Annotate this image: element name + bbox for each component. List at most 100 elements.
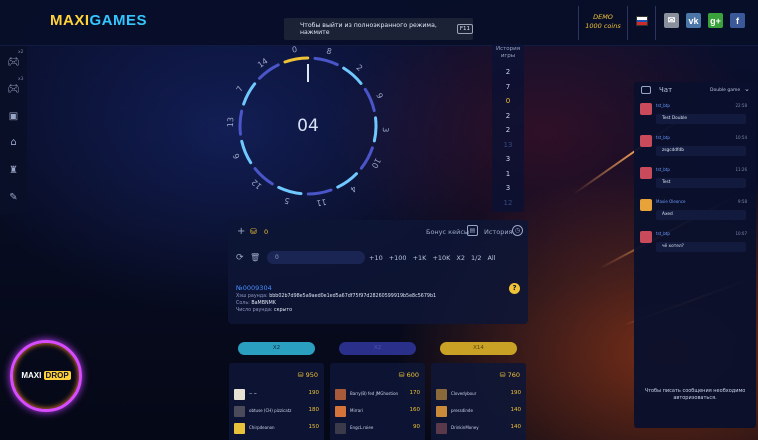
wheel-number: 11 — [316, 197, 328, 208]
divider — [578, 6, 579, 40]
history-link[interactable]: История — [484, 228, 512, 236]
bonus-cases-link[interactable]: Бонус кейсы — [426, 228, 469, 236]
site-logo[interactable]: MAXIGAMES — [50, 12, 147, 29]
chat-username[interactable]: tst_btp — [656, 231, 670, 236]
history-item: 1 — [505, 169, 511, 178]
bag-icon[interactable]: ⌂ — [7, 136, 20, 149]
quick-bet-button[interactable]: +10 — [369, 254, 383, 262]
facebook-icon[interactable]: f — [730, 13, 745, 28]
chat-username[interactable]: Maxie Oleonce — [656, 199, 685, 204]
wheel-number: 0 — [291, 45, 298, 55]
history-item: 13 — [503, 140, 513, 149]
sidebar-badge: x3 — [18, 77, 24, 82]
bonus-case-icon[interactable]: ▤ — [467, 225, 478, 236]
wheel-number: 7 — [235, 85, 245, 94]
demo-balance[interactable]: DEMO 1000 coins — [585, 13, 621, 31]
wheel-number: 4 — [349, 184, 358, 194]
chat-message-text: Test — [656, 178, 746, 188]
avatar — [640, 167, 652, 179]
avatar — [640, 231, 652, 243]
round-result: Число раунда: скрыто — [236, 308, 293, 313]
chat-timestamp: 10:07 — [735, 231, 747, 236]
chat-username[interactable]: tst_btp — [656, 103, 670, 108]
chat-timestamp: 11:26 — [735, 167, 747, 172]
bet-amount-input[interactable]: 0 — [267, 251, 365, 264]
quick-bet-button[interactable]: +100 — [389, 254, 407, 262]
game-history: История игры 2 7 0 2 2 13 3 1 3 12 — [492, 44, 524, 212]
google-plus-icon[interactable]: g+ — [708, 13, 723, 28]
history-list: 2 7 0 2 2 13 3 1 3 12 — [492, 65, 524, 210]
russian-flag-icon[interactable] — [636, 16, 648, 26]
gamepad-icon[interactable]: 🎮︎ — [7, 83, 20, 96]
chat-timestamp: 10:54 — [735, 135, 747, 140]
wheel-number: 9 — [374, 92, 384, 100]
history-item: 2 — [505, 68, 511, 76]
maxi-drop-badge[interactable]: MAXI DROP — [10, 340, 82, 412]
quick-bet-button[interactable]: X2 — [456, 254, 465, 262]
avatar — [640, 135, 652, 147]
quick-bet-button[interactable]: 1/2 — [471, 254, 481, 262]
chat-message-text: чё хотел? — [656, 242, 746, 252]
chat-message-text: Test Double — [656, 114, 746, 124]
history-item: 12 — [503, 198, 513, 207]
add-funds-icon[interactable]: + — [237, 226, 245, 237]
divider — [627, 6, 628, 40]
vk-icon[interactable]: vk — [686, 13, 701, 28]
quick-bet-buttons: +10 +100 +1K +10K X2 1/2 All — [369, 254, 496, 262]
wheel-number: 14 — [256, 56, 270, 69]
mail-icon[interactable]: ✉ — [664, 13, 679, 28]
refresh-icon[interactable]: ⟳ — [236, 253, 244, 263]
chat-room-select[interactable]: Double game — [710, 88, 740, 93]
divider — [655, 6, 656, 40]
round-salt: Соль: BaMBNMK — [236, 301, 276, 306]
quick-bet-button[interactable]: +1K — [413, 254, 427, 262]
bet-color-button[interactable]: X2 — [238, 342, 315, 355]
history-item: 3 — [505, 155, 511, 163]
history-item: 3 — [505, 184, 511, 192]
f11-key: F11 — [456, 24, 473, 34]
wheel-number: 2 — [354, 63, 364, 73]
wheel-segment — [277, 185, 303, 196]
wheel-number: 8 — [325, 46, 332, 56]
money-bag-icon: ⛁ — [250, 227, 257, 236]
chat-panel: Чат Double game ⌄ tst_btp 22:58 Test Doubl… — [634, 82, 756, 428]
wheel-number: 5 — [283, 196, 290, 206]
chat-message-text: zsgcddfdb — [656, 146, 746, 156]
wrench-icon[interactable]: ✎ — [7, 191, 20, 204]
help-icon[interactable]: ? — [509, 283, 520, 294]
fullscreen-tip: Чтобы выйти из полноэкранного режима, на… — [284, 18, 473, 40]
wheel-segment — [363, 87, 376, 113]
trash-icon[interactable]: 🗑︎ — [250, 253, 260, 262]
round-number: №0009304 — [236, 284, 272, 292]
trophy-icon[interactable]: ♜ — [7, 164, 20, 177]
wheel-segment — [242, 82, 257, 106]
chat-login-note: Чтобы писать сообщения необходимо автори… — [644, 388, 746, 401]
quick-bet-button[interactable]: All — [487, 254, 495, 262]
history-title: История игры — [495, 46, 521, 59]
wheel-number: 10 — [370, 156, 383, 169]
chat-username[interactable]: tst_btp — [656, 135, 670, 140]
gamepad-icon[interactable]: 🎮︎ — [7, 56, 20, 69]
bet-color-button[interactable]: X14 — [440, 342, 517, 355]
maxi-drop-logo: MAXI DROP — [21, 371, 71, 380]
history-item: 2 — [505, 126, 511, 134]
avatar — [640, 103, 652, 115]
chat-bubble-icon — [641, 86, 651, 94]
wheel-segment — [306, 188, 333, 196]
cases-icon[interactable]: ▣ — [7, 110, 20, 123]
history-item: 2 — [505, 111, 511, 120]
wheel-segment — [240, 139, 253, 165]
wheel-segment — [313, 56, 339, 67]
history-item: 0 — [505, 97, 511, 105]
quick-bet-button[interactable]: +10K — [432, 254, 450, 262]
chevron-down-icon[interactable]: ⌄ — [744, 85, 750, 93]
history-item: 7 — [505, 82, 511, 91]
chat-username[interactable]: tst_btp — [656, 167, 670, 172]
chat-message-text: Axed — [656, 210, 746, 220]
wheel-number: 12 — [250, 177, 264, 190]
avatar — [640, 199, 652, 211]
history-icon[interactable]: ◷ — [512, 225, 523, 236]
bet-color-button[interactable]: X2 — [339, 342, 416, 355]
left-sidebar: x2 🎮︎ x3 🎮︎ ▣ ⌂ ♜ ✎ — [0, 46, 27, 214]
sidebar-badge: x2 — [18, 50, 24, 55]
